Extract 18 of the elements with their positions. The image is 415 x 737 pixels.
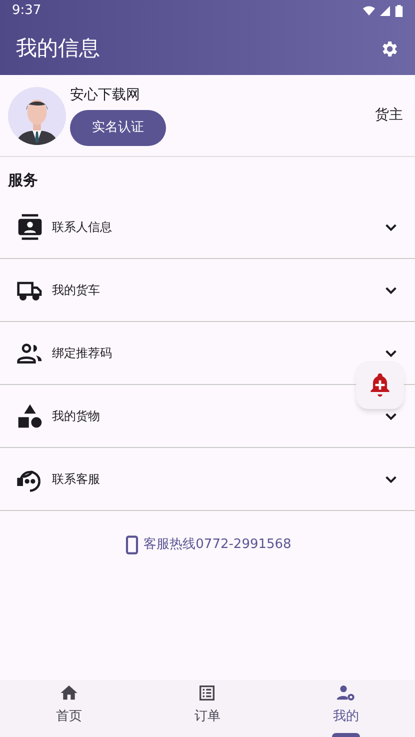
- status-time: 9:37: [12, 2, 42, 20]
- section-title: 服务: [6, 170, 39, 191]
- nav-tab[interactable]: 首页: [0, 680, 138, 737]
- verify-button[interactable]: 实名认证: [70, 110, 166, 146]
- hotline-text: 客服热线0772-2991568: [144, 536, 292, 554]
- service-row[interactable]: 我的货车: [0, 258, 415, 322]
- service-label: 我的货物: [52, 408, 100, 424]
- user-name: 安心下载网: [70, 86, 141, 105]
- service-label: 联系客服: [52, 470, 100, 488]
- nav-tab[interactable]: 订单: [138, 680, 277, 737]
- user-role: 货主: [375, 106, 403, 125]
- service-row[interactable]: 联系人信息: [0, 196, 415, 258]
- service-label: 绑定推荐码: [52, 344, 112, 362]
- service-label: 联系人信息: [52, 218, 112, 236]
- nav-tab[interactable]: 我的: [276, 680, 415, 737]
- page-title: 我的信息: [16, 34, 100, 62]
- service-label: 我的货车: [52, 282, 100, 298]
- service-row[interactable]: 联系客服: [0, 448, 415, 510]
